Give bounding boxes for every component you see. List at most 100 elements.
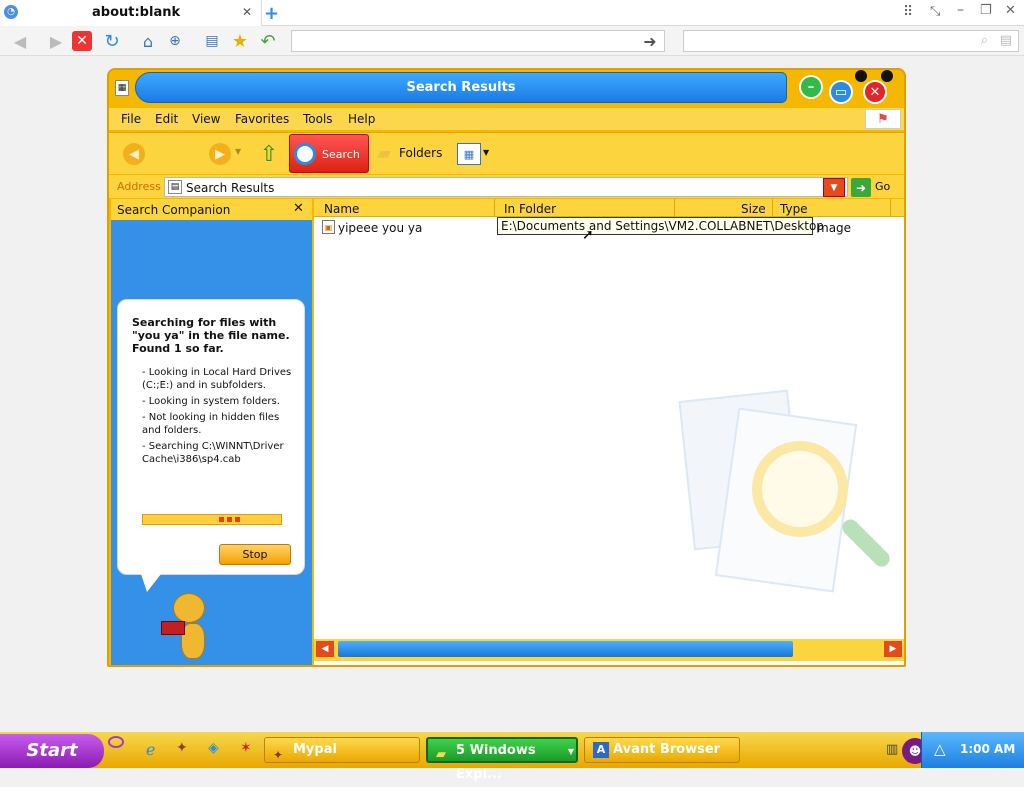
close-pane-icon[interactable]: ✕ — [293, 201, 304, 216]
go-button-label[interactable]: Go — [875, 180, 890, 193]
search-options-icon[interactable]: ▤ — [1000, 33, 1012, 48]
back-arrow-icon[interactable]: ◀ — [8, 29, 32, 53]
magnifier-icon — [294, 143, 316, 165]
browser-address-input[interactable] — [291, 30, 665, 52]
window-title: Search Results — [406, 80, 516, 95]
menu-file[interactable]: File — [121, 112, 141, 126]
column-type[interactable]: Type — [780, 202, 808, 216]
result-name[interactable]: yipeee you ya — [338, 221, 422, 235]
scroll-right-icon[interactable]: ▶ — [884, 641, 902, 657]
address-row: Address ▤ Search Results ▼ ➜ Go — [109, 175, 904, 198]
explorer-toolbar: ◀ ▼ ▶ ⇧ Search ▰ Folders ▦ ▼ — [109, 132, 904, 174]
search-status-line: - Looking in Local Hard Drives (C:;E:) a… — [142, 367, 292, 391]
close-tab-icon[interactable]: ✕ — [242, 5, 252, 19]
address-page-icon: ▤ — [168, 180, 182, 194]
quicklaunch-star-icon[interactable]: ✶ — [240, 740, 252, 756]
progress-block — [227, 517, 232, 522]
folder-tooltip: E:\Documents and Settings\VM2.COLLABNET\… — [497, 217, 824, 235]
clock: 1:00 AM — [960, 742, 1016, 756]
column-separator[interactable] — [772, 199, 773, 217]
start-button[interactable]: Start — [0, 734, 104, 768]
taskbar-item-label: Avant Browser — [613, 742, 721, 757]
taskbar-item-windows-explorer[interactable]: ▰ 5 Windows Expl... ▼ — [426, 737, 578, 782]
system-tray: △ 1:00 AM — [921, 732, 1024, 768]
minimize-button-icon[interactable]: – — [799, 75, 823, 99]
views-icon[interactable]: ▦ — [457, 143, 481, 165]
search-status-balloon: Searching for files with "you ya" in the… — [117, 299, 305, 575]
fullscreen-icon[interactable]: ⤡ — [930, 4, 940, 19]
search-toolbar-label: Search — [322, 148, 360, 161]
maximize-button-icon[interactable]: ▭ — [829, 80, 853, 104]
browser-search-input[interactable]: ⌕ ▤ — [683, 30, 1019, 52]
back-dropdown-icon[interactable]: ▼ — [235, 147, 241, 156]
search-status-summary: Searching for files with "you ya" in the… — [132, 316, 290, 355]
horizontal-scrollbar[interactable]: ◀ ▶ — [314, 639, 904, 661]
scrollbar-thumb[interactable] — [338, 641, 793, 657]
menu-edit[interactable]: Edit — [155, 112, 178, 126]
explorer-window: ▦ Search Results – ▭ ✕ File Edit View Fa… — [107, 68, 906, 667]
home-icon[interactable]: ⌂ — [136, 29, 160, 53]
menu-help[interactable]: Help — [348, 112, 375, 126]
browser-tab-bar: ◔ about:blank ✕ + ⠿ ⤡ – ❐ ✕ — [0, 0, 1024, 26]
search-icon[interactable]: ⌕ — [981, 33, 988, 48]
back-button-icon[interactable]: ◀ — [123, 143, 145, 165]
restore-window-icon[interactable]: ❐ — [980, 3, 992, 18]
favorites-star-icon[interactable]: ★ — [228, 29, 252, 53]
taskbar-item-avant-browser[interactable]: A Avant Browser — [584, 737, 740, 763]
column-in-folder[interactable]: In Folder — [504, 202, 556, 216]
column-separator[interactable] — [890, 199, 891, 217]
taskbar-item-label: Mypal — [293, 742, 337, 757]
up-folder-icon[interactable]: ⇧ — [257, 141, 281, 167]
progress-block — [219, 517, 224, 522]
column-name[interactable]: Name — [324, 202, 359, 216]
window-title-bar[interactable]: Search Results — [135, 72, 787, 103]
stop-search-button[interactable]: Stop — [219, 544, 291, 565]
scroll-left-icon[interactable]: ◀ — [316, 641, 334, 657]
mouse-ear-left-icon — [855, 70, 867, 82]
search-toolbar-button[interactable]: Search — [289, 134, 369, 173]
group-dropdown-icon[interactable]: ▼ — [568, 740, 574, 764]
column-separator[interactable] — [674, 199, 675, 217]
search-companion-pane: Search Companion ✕ Searching for files w… — [111, 199, 312, 665]
forward-button-icon[interactable]: ▶ — [209, 143, 231, 165]
go-arrow-icon[interactable]: ➜ — [638, 29, 662, 53]
close-window-icon[interactable]: ✕ — [1005, 3, 1016, 18]
mypal-icon: ✦ — [273, 748, 284, 762]
address-dropdown-icon[interactable]: ▼ — [823, 178, 845, 197]
tile-windows-icon[interactable]: ⠿ — [903, 4, 913, 20]
column-size[interactable]: Size — [741, 202, 766, 216]
avant-browser-icon: A — [593, 742, 609, 758]
network-icon[interactable]: ⊕ — [163, 29, 187, 53]
tray-app-icon[interactable]: △ — [934, 740, 946, 758]
menu-view[interactable]: View — [192, 112, 220, 126]
quicklaunch-media-icon[interactable]: ◈ — [208, 740, 219, 756]
quicklaunch-ie-icon[interactable]: ℯ — [146, 740, 155, 759]
tray-network-icon[interactable]: ▥ — [886, 742, 898, 757]
undo-icon[interactable]: ↶ — [256, 29, 280, 53]
results-column-header: Name In Folder Size Type — [314, 199, 904, 217]
minimize-window-icon[interactable]: – — [957, 2, 964, 18]
new-tab-icon[interactable]: + — [264, 3, 279, 24]
forward-arrow-icon[interactable]: ▶ — [44, 29, 68, 53]
menu-favorites[interactable]: Favorites — [235, 112, 289, 126]
browser-tab[interactable]: ◔ about:blank ✕ — [0, 0, 262, 26]
search-dog-icon — [155, 593, 219, 665]
menu-tools[interactable]: Tools — [303, 112, 333, 126]
taskbar-item-mypal[interactable]: ✦ Mypal — [264, 737, 420, 763]
address-input[interactable]: ▤ Search Results — [164, 177, 848, 197]
close-button-icon[interactable]: ✕ — [863, 80, 887, 104]
mouse-cursor-icon: ➚ — [582, 227, 594, 243]
go-button-icon[interactable]: ➜ — [851, 178, 871, 197]
refresh-icon[interactable]: ↻ — [100, 29, 124, 53]
folders-toolbar-button[interactable]: Folders — [399, 146, 442, 160]
menu-bar: File Edit View Favorites Tools Help ⚑ — [109, 108, 904, 130]
search-companion-title: Search Companion — [117, 203, 231, 217]
views-dropdown-icon[interactable]: ▼ — [483, 148, 489, 157]
stop-icon[interactable]: ✕ — [72, 31, 92, 51]
quicklaunch-app-icon[interactable]: ✦ — [176, 740, 188, 756]
history-icon[interactable]: ▤ — [200, 29, 224, 53]
dog-book — [161, 621, 185, 635]
column-separator[interactable] — [494, 199, 495, 217]
taskbar: Start ℯ ✦ ◈ ✶ ✦ Mypal ▰ 5 Windows Expl..… — [0, 732, 1024, 782]
balloon-pointer — [141, 574, 161, 592]
